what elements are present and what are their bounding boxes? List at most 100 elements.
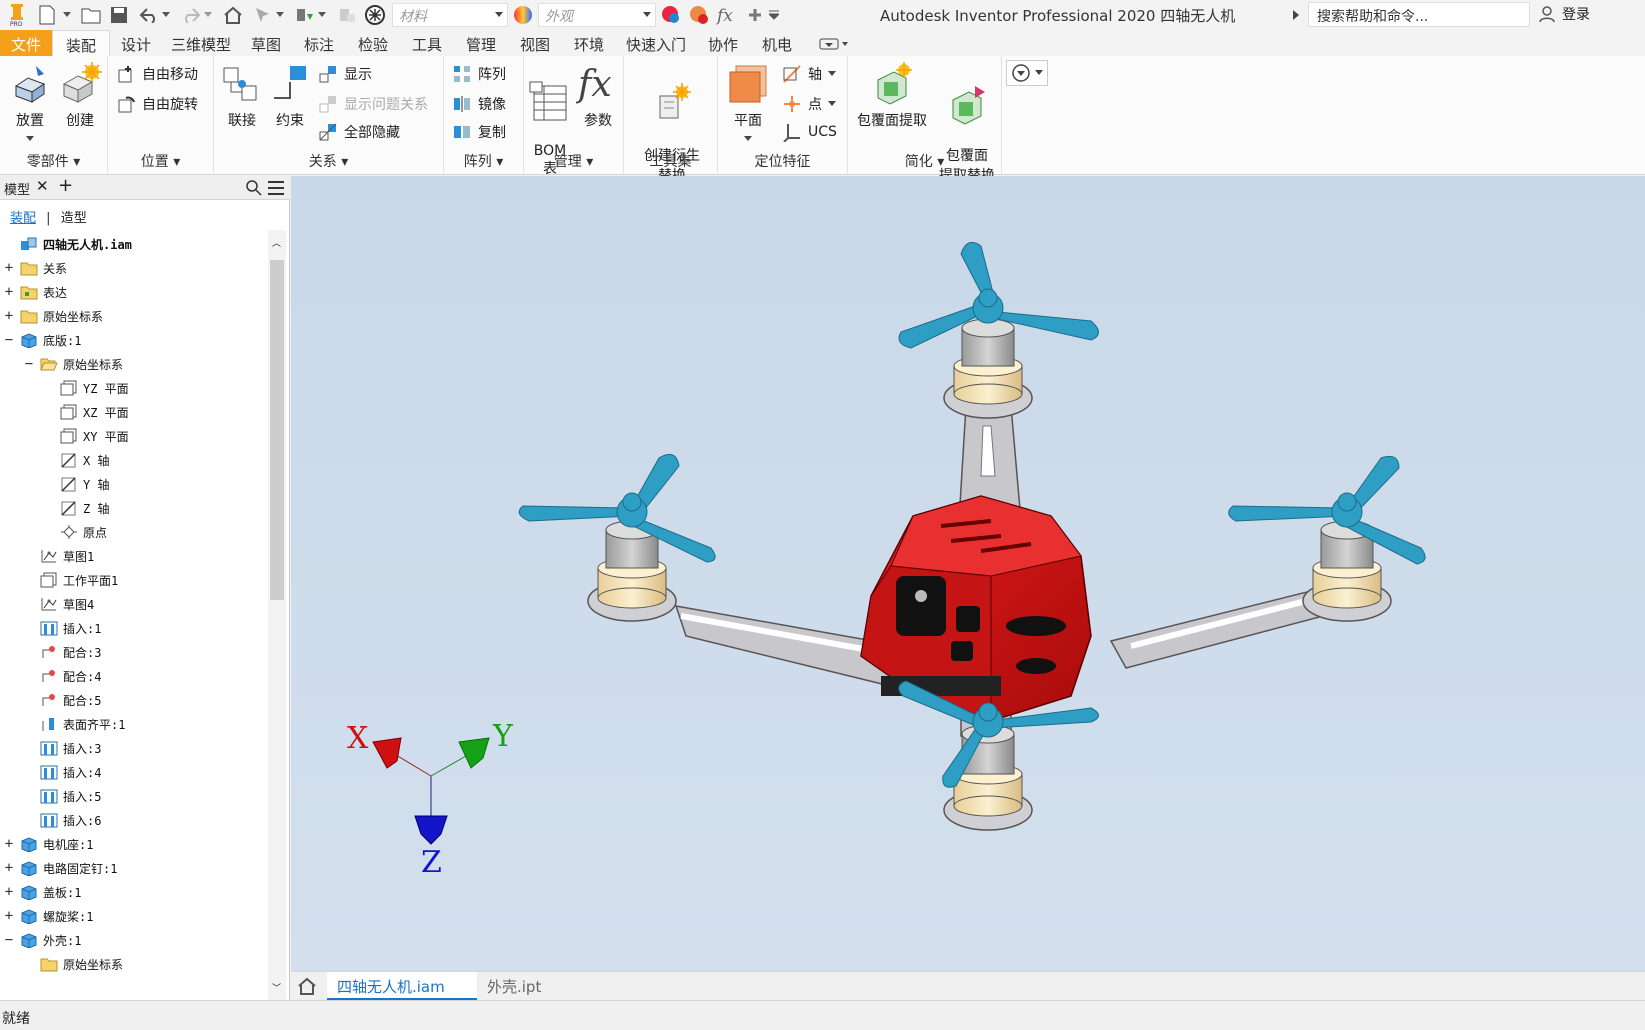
tab-assemble[interactable]: 装配 — [52, 30, 110, 56]
view-triad[interactable]: X Y Z — [347, 719, 514, 880]
subtab-modeling[interactable]: 造型 — [61, 211, 87, 226]
search-icon[interactable] — [246, 180, 262, 196]
x-axis-cone[interactable] — [372, 737, 402, 769]
expand-icon[interactable]: + — [4, 260, 14, 276]
pattern-button[interactable]: 阵列 — [452, 64, 506, 84]
tree-node[interactable]: 工作平面1 — [24, 568, 118, 592]
tab-collaborate[interactable]: 协作 — [696, 30, 750, 56]
tree-node[interactable]: + 关系 — [4, 256, 67, 280]
help-search-input[interactable]: 搜索帮助和命令... — [1308, 2, 1530, 27]
clear-appearance-icon[interactable] — [686, 3, 712, 27]
adjust-appearance-icon[interactable] — [658, 3, 684, 27]
expand-icon[interactable]: + — [4, 836, 14, 852]
customize-qat-icon[interactable] — [766, 3, 782, 27]
tab-environments[interactable]: 环境 — [562, 30, 616, 56]
browser-scroll-thumb[interactable] — [270, 260, 284, 600]
tab-electromechanical[interactable]: 机电 — [750, 30, 804, 56]
close-icon[interactable]: ✕ — [36, 177, 49, 195]
update-dropdown-icon[interactable] — [316, 3, 328, 27]
tab-file[interactable]: 文件 — [0, 30, 52, 56]
tab-inspect[interactable]: 检验 — [346, 30, 400, 56]
tree-node[interactable]: 四轴无人机.iam — [4, 232, 132, 256]
show-sick-button[interactable]: 显示问题关系 — [318, 94, 428, 114]
collapse-icon[interactable]: − — [4, 332, 14, 348]
tab-design[interactable]: 设计 — [110, 30, 162, 56]
z-axis-cone[interactable] — [414, 815, 448, 845]
appearance-sphere-icon[interactable] — [510, 3, 536, 27]
select-icon[interactable] — [250, 3, 276, 27]
panel-manage-title[interactable]: 管理 ▾ — [524, 151, 623, 171]
mirror-button[interactable]: 镜像 — [452, 94, 506, 114]
tree-node[interactable]: 配合:3 — [24, 640, 101, 664]
tree-node[interactable]: X 轴 — [44, 448, 109, 472]
tree-node[interactable]: + 螺旋桨:1 — [4, 904, 93, 928]
redo-icon[interactable] — [178, 3, 204, 27]
parameters-button[interactable]: fx 参数 — [575, 62, 620, 130]
menu-icon[interactable] — [268, 181, 284, 195]
tree-node[interactable]: 插入:6 — [24, 808, 101, 832]
design-doctor-icon[interactable] — [362, 3, 388, 27]
tree-node[interactable]: 原始坐标系 — [24, 952, 123, 976]
expand-icon[interactable]: + — [4, 884, 14, 900]
fx-parameters-icon[interactable]: fx — [714, 3, 740, 27]
collapse-icon[interactable]: − — [4, 932, 14, 948]
tab-sketch[interactable]: 草图 — [240, 30, 292, 56]
tree-node[interactable]: + 表达 — [4, 280, 67, 304]
tree-node[interactable]: − 原始坐标系 — [24, 352, 123, 376]
tab-3d-model[interactable]: 三维模型 — [162, 30, 240, 56]
scroll-up-icon[interactable]: ︿ — [272, 236, 281, 249]
tab-manage[interactable]: 管理 — [454, 30, 508, 56]
browser-tab-model[interactable]: 模型 — [4, 179, 30, 198]
panel-relationships-title[interactable]: 关系 ▾ — [214, 151, 443, 171]
quadcopter-model[interactable]: X Y Z — [291, 176, 1645, 971]
point-button[interactable]: 点 — [782, 94, 836, 114]
expand-icon[interactable]: + — [4, 284, 14, 300]
tab-view[interactable]: 视图 — [508, 30, 562, 56]
tree-node[interactable]: − 底版:1 — [4, 328, 81, 352]
tree-node[interactable]: + 原始坐标系 — [4, 304, 103, 328]
tree-node[interactable]: Z 轴 — [44, 496, 109, 520]
new-dropdown-icon[interactable] — [60, 3, 74, 27]
tree-node[interactable]: 插入:4 — [24, 760, 101, 784]
axis-button[interactable]: 轴 — [782, 64, 836, 84]
tree-node[interactable]: − 外壳:1 — [4, 928, 81, 952]
y-axis-cone[interactable] — [458, 737, 490, 769]
hide-all-button[interactable]: 全部隐藏 — [318, 122, 400, 142]
panel-simplification-title[interactable]: 简化 ▾ — [848, 151, 1001, 171]
expand-icon[interactable]: + — [4, 860, 14, 876]
tree-node[interactable]: XY 平面 — [44, 424, 129, 448]
add-tab-icon[interactable]: + — [58, 175, 73, 196]
tree-node[interactable]: 草图4 — [24, 592, 94, 616]
tree-node[interactable]: YZ 平面 — [44, 376, 129, 400]
tree-node[interactable]: + 电机座:1 — [4, 832, 93, 856]
tree-node[interactable]: 插入:3 — [24, 736, 101, 760]
expand-icon[interactable]: + — [4, 908, 14, 924]
inventor-logo-icon[interactable]: PRO — [4, 3, 30, 27]
new-file-icon[interactable] — [34, 3, 60, 27]
undo-dropdown-icon[interactable] — [160, 3, 172, 27]
add-icon[interactable] — [742, 3, 768, 27]
update-icon[interactable] — [292, 3, 318, 27]
ribbon-minimize-toggle[interactable] — [804, 30, 864, 56]
ucs-button[interactable]: UCS — [782, 122, 837, 142]
tab-get-started[interactable]: 快速入门 — [616, 30, 696, 56]
tree-node[interactable]: 原点 — [44, 520, 107, 544]
tree-node[interactable]: 表面齐平:1 — [24, 712, 125, 736]
tree-node[interactable]: + 电路固定钉:1 — [4, 856, 117, 880]
panel-position-title[interactable]: 位置 ▾ — [108, 151, 213, 171]
sign-in-button[interactable]: 登录 — [1538, 4, 1590, 24]
joint-button[interactable]: 联接 — [220, 62, 264, 130]
create-button[interactable]: 创建 — [58, 62, 102, 130]
subtab-assembly[interactable]: 装配 — [10, 211, 36, 226]
tab-tools[interactable]: 工具 — [400, 30, 454, 56]
tree-node[interactable]: + 盖板:1 — [4, 880, 81, 904]
browser-scrollbar[interactable]: ︿ ﹀ — [268, 230, 286, 1000]
expand-icon[interactable]: + — [4, 308, 14, 324]
select-dropdown-icon[interactable] — [274, 3, 286, 27]
panel-component-title[interactable]: 零部件 ▾ — [0, 151, 107, 171]
scroll-down-icon[interactable]: ﹀ — [272, 981, 281, 994]
constrain-button[interactable]: 约束 — [268, 62, 312, 130]
tree-node[interactable]: 插入:1 — [24, 616, 101, 640]
plane-button[interactable]: 平面 — [724, 62, 772, 146]
panel-pattern-title[interactable]: 阵列 ▾ — [444, 151, 523, 171]
